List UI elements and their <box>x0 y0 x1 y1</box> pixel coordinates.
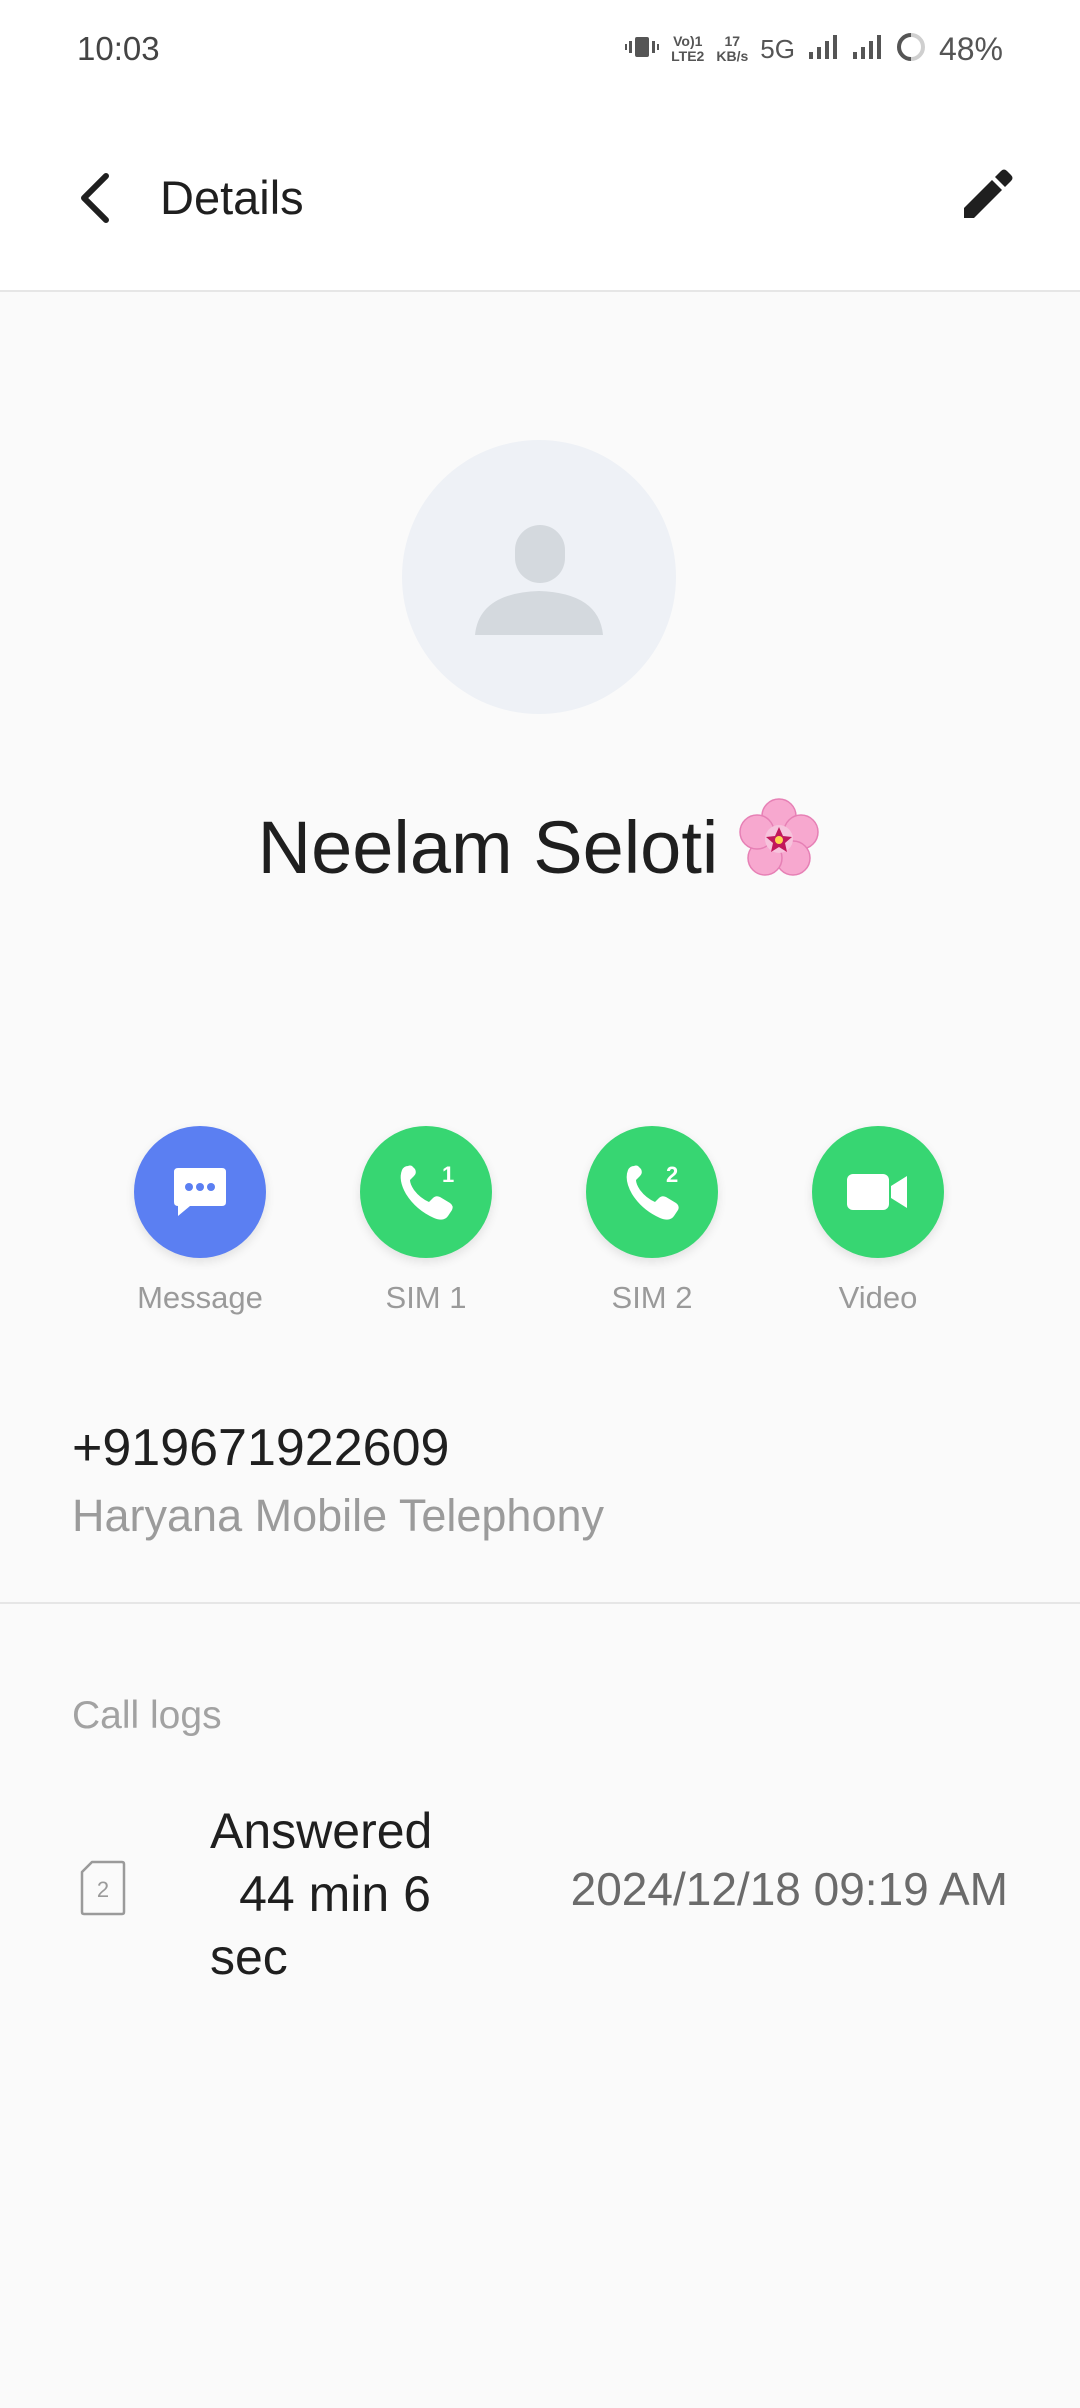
pencil-icon <box>964 169 1013 218</box>
call-duration: 44 min 6 <box>239 1866 431 1922</box>
signal-strength-icon-sim2 <box>851 33 883 66</box>
sim2-label: SIM 2 <box>611 1280 693 1315</box>
vibrate-icon <box>625 34 660 65</box>
video-camera-icon <box>847 1174 907 1210</box>
battery-ring-icon <box>895 31 927 68</box>
call-logs-title: Call logs <box>72 1694 222 1737</box>
section-divider <box>0 1602 1080 1604</box>
network-speed: 17 KB/s <box>716 33 749 64</box>
svg-text:1: 1 <box>442 1162 454 1187</box>
contact-avatar[interactable] <box>402 440 676 714</box>
video-call-button[interactable] <box>812 1126 944 1258</box>
back-button[interactable] <box>68 158 124 238</box>
sim-card-icon: 2 <box>80 1860 126 1916</box>
call-sim1-button[interactable]: 1 <box>360 1126 492 1258</box>
contact-details-screen: 10:03 Vo)1 LTE2 17 KB/s 5G 48% Details N… <box>0 0 1080 2408</box>
message-button[interactable] <box>134 1126 266 1258</box>
status-icons: Vo)1 LTE2 17 KB/s 5G 48% <box>625 26 1003 72</box>
battery-level: 48% <box>938 30 1003 67</box>
message-action[interactable]: Message <box>100 1126 300 1316</box>
video-call-action[interactable]: Video <box>778 1126 978 1316</box>
volte-indicator: Vo)1 LTE2 <box>671 33 705 64</box>
call-status: Answered 44 min 6 sec <box>210 1800 460 1989</box>
contact-name: Neelam Seloti <box>0 798 1080 899</box>
phone-number[interactable]: +919671922609 <box>72 1418 449 1478</box>
call-sim1-action[interactable]: 1 SIM 1 <box>326 1126 526 1316</box>
video-label: Video <box>838 1280 918 1315</box>
call-status-answered: Answered <box>210 1803 433 1859</box>
message-icon <box>174 1168 226 1216</box>
signal-strength-icon-sim1 <box>807 33 839 66</box>
call-datetime: 2024/12/18 09:19 AM <box>570 1863 1008 1915</box>
status-time: 10:03 <box>77 30 160 67</box>
phone-sim2-icon: 2 <box>626 1162 679 1220</box>
status-bar: 10:03 Vo)1 LTE2 17 KB/s 5G 48% <box>0 0 1080 100</box>
sim1-label: SIM 1 <box>385 1280 467 1315</box>
cherry-blossom-icon <box>736 796 822 899</box>
svg-text:2: 2 <box>97 1877 109 1902</box>
page-title: Details <box>160 171 304 224</box>
call-duration-unit: sec <box>210 1929 288 1985</box>
call-sim2-button[interactable]: 2 <box>586 1126 718 1258</box>
person-placeholder-icon <box>475 525 603 635</box>
contact-name-text: Neelam Seloti <box>257 806 719 889</box>
app-header: Details <box>0 100 1080 292</box>
message-label: Message <box>137 1280 263 1315</box>
phone-sim1-icon: 1 <box>400 1162 454 1220</box>
call-sim2-action[interactable]: 2 SIM 2 <box>552 1126 752 1316</box>
action-buttons-row: Message 1 SIM 1 2 SIM 2 Video <box>0 1126 1080 1346</box>
svg-text:2: 2 <box>666 1162 678 1187</box>
network-type: 5G <box>760 33 795 64</box>
carrier-name: Haryana Mobile Telephony <box>72 1490 605 1541</box>
chevron-left-icon <box>81 173 109 223</box>
call-log-entry[interactable]: 2 Answered 44 min 6 sec 2024/12/18 09:19… <box>0 1800 1080 1990</box>
edit-button[interactable] <box>950 160 1022 232</box>
